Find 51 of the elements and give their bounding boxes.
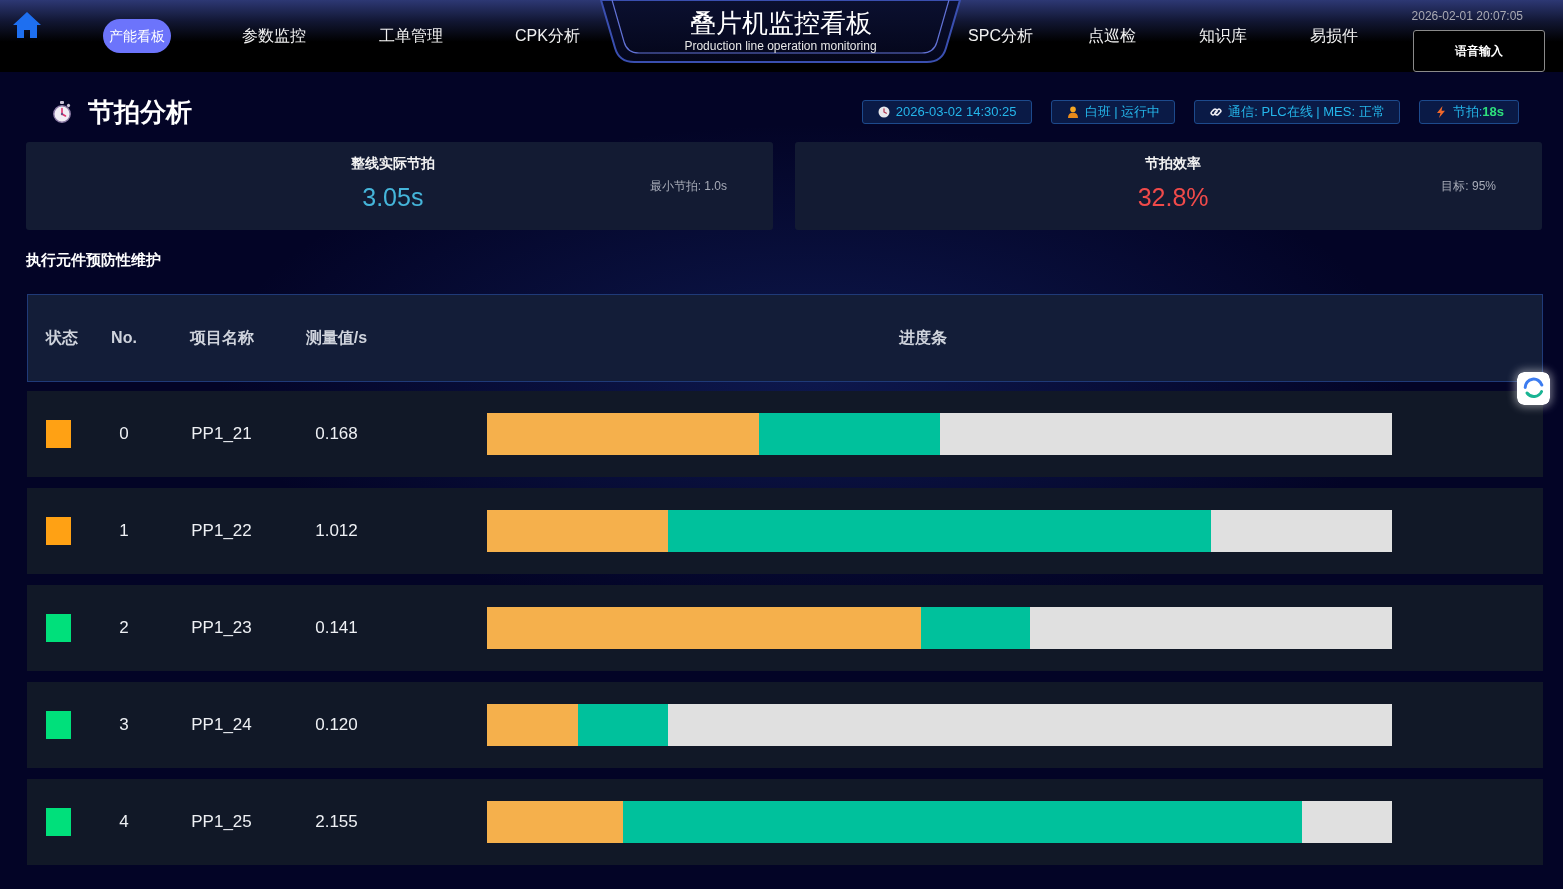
table-cell-text: PP1_25 — [191, 811, 252, 834]
table-cell-text: 0.168 — [315, 423, 358, 446]
lightning-icon — [1434, 106, 1447, 118]
chip-text: 通信: PLC在线 | MES: 正常 — [1228, 104, 1385, 120]
column-header: 测量值/s — [305, 328, 368, 348]
stopwatch-icon — [52, 101, 72, 123]
chip-text: 2026-03-02 14:30:25 — [895, 104, 1017, 120]
chip-text: 白班 | 运行中 — [1084, 104, 1161, 120]
nav-tab[interactable]: CPK分析 — [511, 22, 584, 50]
column-header: 项目名称 — [189, 328, 254, 348]
circle-arcs-icon[interactable] — [1517, 372, 1550, 405]
datetime-text: 2026-02-01 20:07:05 — [1411, 8, 1523, 24]
table-cell-text: 3 — [119, 714, 129, 737]
nav-tab[interactable]: 工单管理 — [374, 22, 447, 50]
nav-tab[interactable]: 点巡检 — [1083, 22, 1140, 50]
dashboard-subtitle: Production line operation monitoring — [684, 39, 877, 53]
table-cell-text: 0.120 — [315, 714, 358, 737]
table-cell-text: PP1_24 — [191, 714, 252, 737]
column-header: 进度条 — [899, 328, 947, 348]
table-cell-text: PP1_21 — [191, 423, 252, 446]
page-title: 节拍分析 — [88, 96, 192, 129]
voice-input-button[interactable]: 语音输入 — [1413, 30, 1545, 72]
nav-tab[interactable]: SPC分析 — [964, 22, 1037, 50]
nav-tab[interactable]: 产能看板 — [102, 19, 171, 53]
person-icon — [1066, 106, 1079, 118]
table-cell-text: 1.012 — [315, 520, 358, 543]
section-heading: 执行元件预防性维护 — [26, 250, 161, 270]
dashboard-title: 叠片机监控看板 — [689, 7, 872, 39]
stat-value: 32.8% — [1137, 182, 1209, 213]
table-cell-text: 1 — [119, 520, 129, 543]
stat-label: 节拍效率 — [1145, 154, 1202, 173]
clock-icon — [877, 106, 890, 118]
stat-note: 最小节拍: 1.0s — [649, 178, 727, 195]
nav-tab[interactable]: 参数监控 — [237, 22, 310, 50]
stat-label: 整线实际节拍 — [350, 154, 435, 173]
column-header: 状态 — [46, 328, 78, 348]
table-cell-text: 2.155 — [315, 811, 358, 834]
stat-value: 3.05s — [362, 182, 424, 213]
nav-tab[interactable]: 易损件 — [1305, 22, 1362, 50]
chip-text: 节拍:18s — [1452, 104, 1504, 120]
link-icon — [1210, 106, 1223, 118]
nav-tab[interactable]: 知识库 — [1194, 22, 1251, 50]
table-cell-text: PP1_23 — [191, 617, 252, 640]
table-cell-text: 4 — [119, 811, 129, 834]
column-header: No. — [111, 328, 137, 348]
table-cell-text: PP1_22 — [191, 520, 252, 543]
stat-note: 目标: 95% — [1441, 178, 1496, 195]
table-cell-text: 0.141 — [315, 617, 358, 640]
table-cell-text: 0 — [119, 423, 129, 446]
home-icon[interactable] — [12, 10, 42, 40]
table-cell-text: 2 — [119, 617, 129, 640]
